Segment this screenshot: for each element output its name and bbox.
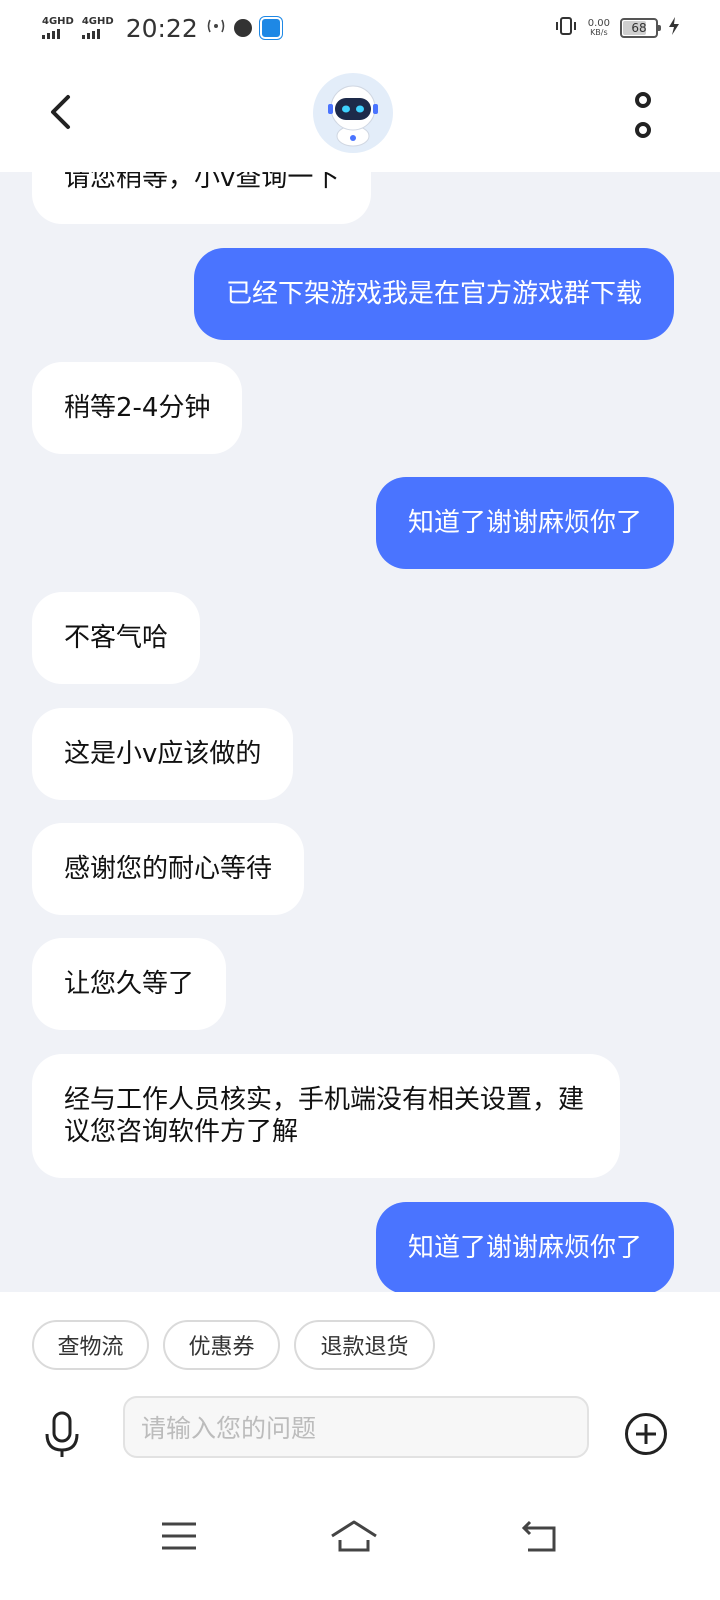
message-text: 经与工作人员核实，手机端没有相关设置，建议您咨询软件方了解 [64, 1085, 585, 1147]
message-bubble-incoming: 经与工作人员核实，手机端没有相关设置，建议您咨询软件方了解 [32, 1054, 620, 1178]
quick-action-label: 查物流 [57, 1335, 124, 1360]
message-text: 让您久等了 [64, 969, 195, 999]
back-arrow-icon [521, 1520, 556, 1552]
quick-action-coupon[interactable]: 优惠券 [163, 1320, 280, 1370]
chat-message-list[interactable]: 请您稍等，小v查询一下 已经下架游戏我是在官方游戏群下载 稍等2-4分钟 知道了… [0, 172, 720, 1292]
wifi-signal-icon [206, 17, 226, 39]
question-input[interactable]: 请输入您的问题 [123, 1396, 589, 1458]
home-icon [331, 1520, 377, 1552]
robot-avatar-icon[interactable] [313, 73, 393, 153]
message-bubble-outgoing: 知道了谢谢麻烦你了 [375, 477, 674, 569]
quick-action-refund[interactable]: 退款退货 [294, 1320, 435, 1370]
plus-circle-icon [625, 1413, 667, 1455]
message-bubble-incoming: 让您久等了 [32, 938, 227, 1030]
clock: 20:22 [125, 13, 198, 43]
message-text: 知道了谢谢麻烦你了 [407, 1233, 642, 1263]
microphone-icon [45, 1411, 79, 1457]
battery-level: 68 [631, 21, 647, 35]
message-text: 感谢您的耐心等待 [64, 854, 273, 884]
message-text: 请您稍等，小v查询一下 [64, 172, 340, 193]
globe-icon [233, 19, 252, 37]
system-navigation-bar [0, 1492, 720, 1600]
battery-icon: 68 [620, 18, 661, 38]
chevron-left-icon [51, 95, 70, 129]
menu-nav-button[interactable] [158, 1516, 202, 1556]
menu-icon [162, 1522, 196, 1550]
home-nav-button[interactable] [330, 1516, 378, 1556]
chat-header [0, 56, 720, 172]
network-type-1: 4GHD [42, 16, 74, 27]
message-text: 不客气哈 [64, 623, 169, 653]
speed-unit: KB/s [590, 28, 608, 37]
quick-action-label: 退款退货 [320, 1335, 409, 1360]
quick-action-logistics[interactable]: 查物流 [32, 1320, 149, 1370]
message-bubble-incoming: 请您稍等，小v查询一下 [32, 172, 372, 224]
app-notification-icon [259, 17, 282, 39]
charging-icon [668, 16, 680, 41]
more-dot-icon [635, 122, 651, 138]
back-nav-button[interactable] [518, 1516, 562, 1556]
message-text: 知道了谢谢麻烦你了 [407, 508, 642, 538]
vibrate-icon [554, 16, 578, 41]
message-bubble-outgoing: 知道了谢谢麻烦你了 [375, 1202, 674, 1292]
back-button[interactable] [40, 88, 80, 136]
message-text: 已经下架游戏我是在官方游戏群下载 [225, 279, 642, 309]
cellular-signal-2-icon: 4GHD [81, 16, 114, 39]
network-type-2: 4GHD [81, 16, 114, 27]
microphone-button[interactable] [42, 1410, 82, 1460]
more-options-button[interactable] [628, 92, 658, 138]
more-dot-icon [635, 92, 651, 108]
message-bubble-incoming: 稍等2-4分钟 [32, 362, 243, 454]
status-bar: 4GHD 4GHD 20:22 0.00 KB/s 68 [0, 0, 720, 56]
message-bubble-outgoing: 已经下架游戏我是在官方游戏群下载 [193, 248, 674, 340]
quick-action-label: 优惠券 [188, 1335, 255, 1360]
message-text: 稍等2-4分钟 [64, 393, 211, 423]
message-bubble-incoming: 感谢您的耐心等待 [32, 823, 305, 915]
message-bubble-incoming: 不客气哈 [32, 592, 201, 684]
network-speed: 0.00 KB/s [588, 19, 610, 37]
add-attachment-button[interactable] [624, 1412, 668, 1456]
message-bubble-incoming: 这是小v应该做的 [32, 708, 294, 800]
input-placeholder: 请输入您的问题 [141, 1414, 317, 1443]
message-text: 这是小v应该做的 [64, 739, 262, 769]
bottom-panel: 查物流 优惠券 退款退货 请输入您的问题 [0, 1292, 720, 1600]
cellular-signal-1-icon: 4GHD [42, 17, 74, 39]
